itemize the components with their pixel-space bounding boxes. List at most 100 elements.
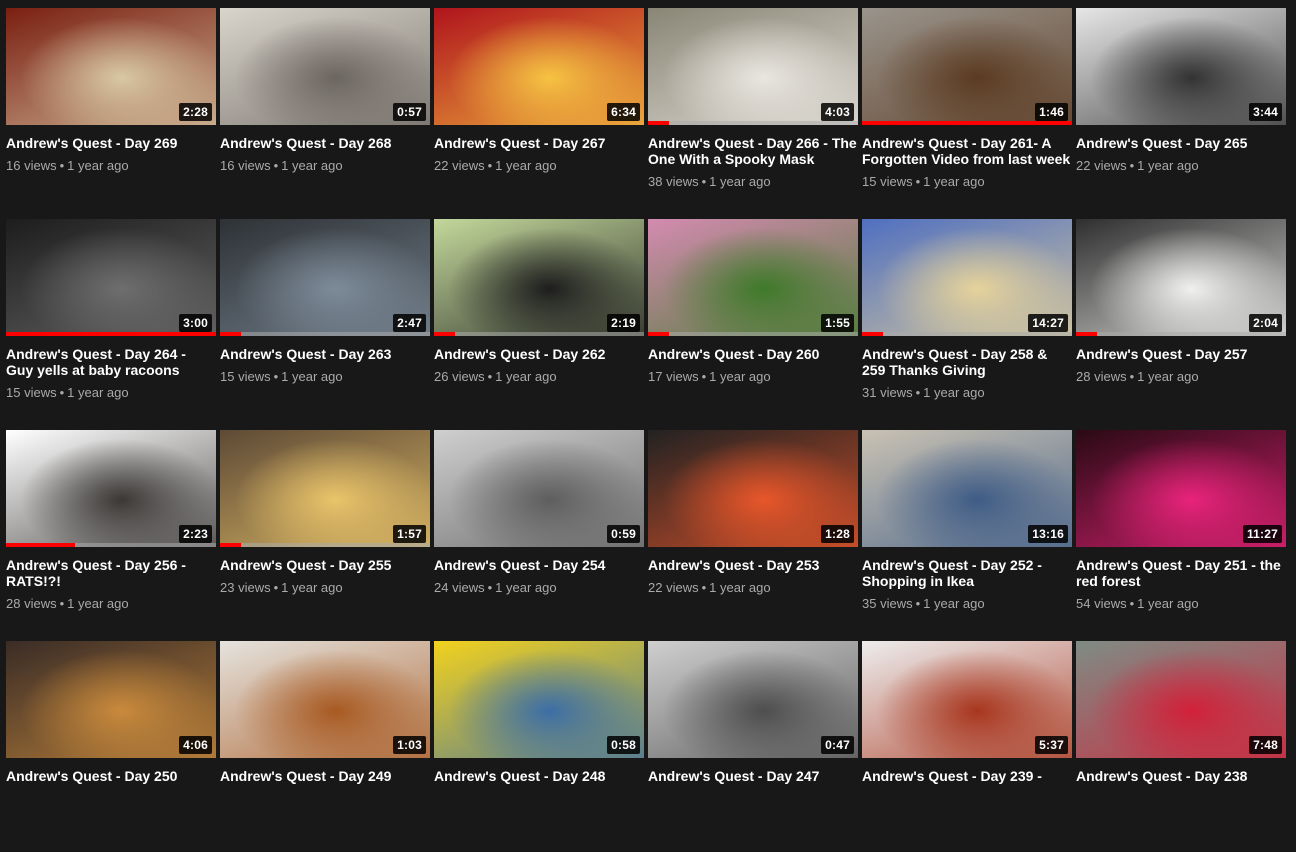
video-card[interactable]: 2:19 Andrew's Quest - Day 262 26 views • 1 y… [434, 219, 644, 430]
video-card[interactable]: 2:28 Andrew's Quest - Day 269 16 views • 1 y… [6, 8, 216, 219]
video-title[interactable]: Andrew's Quest - Day 263 [220, 346, 430, 362]
video-title[interactable]: Andrew's Quest - Day 261- A Forgotten Vi… [862, 135, 1072, 167]
video-thumbnail[interactable]: 2:28 [6, 8, 216, 125]
separator-dot: • [59, 596, 65, 611]
video-title[interactable]: Andrew's Quest - Day 238 [1076, 768, 1286, 784]
video-thumbnail[interactable]: 6:34 [434, 8, 644, 125]
video-thumbnail[interactable]: 1:46 [862, 8, 1072, 125]
watch-progress-fill [6, 332, 216, 336]
video-card[interactable]: 1:46 Andrew's Quest - Day 261- A Forgotte… [862, 8, 1072, 219]
video-card[interactable]: 4:03 Andrew's Quest - Day 266 - The One W… [648, 8, 858, 219]
video-card[interactable]: 1:28 Andrew's Quest - Day 253 22 views • 1 y… [648, 430, 858, 641]
duration-badge: 1:46 [1035, 103, 1068, 121]
video-card[interactable]: 0:59 Andrew's Quest - Day 254 24 views • 1 y… [434, 430, 644, 641]
duration-badge: 7:48 [1249, 736, 1282, 754]
video-card[interactable]: 7:48 Andrew's Quest - Day 238 [1076, 641, 1286, 852]
video-card[interactable]: 3:44 Andrew's Quest - Day 265 22 views • 1 y… [1076, 8, 1286, 219]
video-thumbnail[interactable]: 7:48 [1076, 641, 1286, 758]
watch-progress-fill [434, 332, 455, 336]
view-count: 35 views [862, 596, 913, 611]
upload-age: 1 year ago [1137, 369, 1199, 384]
video-title[interactable]: Andrew's Quest - Day 253 [648, 557, 858, 573]
video-title[interactable]: Andrew's Quest - Day 249 [220, 768, 430, 784]
duration-badge: 11:27 [1242, 525, 1282, 543]
separator-dot: • [487, 369, 493, 384]
video-title[interactable]: Andrew's Quest - Day 254 [434, 557, 644, 573]
video-thumbnail[interactable]: 1:03 [220, 641, 430, 758]
video-thumbnail[interactable]: 2:04 [1076, 219, 1286, 336]
video-card[interactable]: 2:23 Andrew's Quest - Day 256 - RATS!?! 28… [6, 430, 216, 641]
video-card[interactable]: 3:00 Andrew's Quest - Day 264 - Guy yells… [6, 219, 216, 430]
view-count: 38 views [648, 174, 699, 189]
duration-badge: 0:59 [607, 525, 640, 543]
video-title[interactable]: Andrew's Quest - Day 264 - Guy yells at … [6, 346, 216, 378]
video-thumbnail[interactable]: 3:00 [6, 219, 216, 336]
video-card[interactable]: 1:03 Andrew's Quest - Day 249 [220, 641, 430, 852]
video-thumbnail[interactable]: 1:57 [220, 430, 430, 547]
video-card[interactable]: 14:27 Andrew's Quest - Day 258 & 259 Than… [862, 219, 1072, 430]
video-thumbnail[interactable]: 2:19 [434, 219, 644, 336]
video-title[interactable]: Andrew's Quest - Day 247 [648, 768, 858, 784]
video-thumbnail[interactable]: 2:47 [220, 219, 430, 336]
video-card[interactable]: 1:55 Andrew's Quest - Day 260 17 views • 1 y… [648, 219, 858, 430]
video-card[interactable]: 0:57 Andrew's Quest - Day 268 16 views • 1 y… [220, 8, 430, 219]
video-thumbnail[interactable]: 1:55 [648, 219, 858, 336]
video-title[interactable]: Andrew's Quest - Day 269 [6, 135, 216, 151]
upload-age: 1 year ago [281, 158, 343, 173]
video-title[interactable]: Andrew's Quest - Day 268 [220, 135, 430, 151]
video-title[interactable]: Andrew's Quest - Day 258 & 259 Thanks Gi… [862, 346, 1072, 378]
separator-dot: • [915, 174, 921, 189]
video-card[interactable]: 5:37 Andrew's Quest - Day 239 - [862, 641, 1072, 852]
video-title[interactable]: Andrew's Quest - Day 239 - [862, 768, 1072, 784]
separator-dot: • [915, 385, 921, 400]
watch-progress-fill [648, 121, 669, 125]
video-card[interactable]: 0:47 Andrew's Quest - Day 247 [648, 641, 858, 852]
video-thumbnail[interactable]: 4:06 [6, 641, 216, 758]
upload-age: 1 year ago [281, 369, 343, 384]
separator-dot: • [273, 158, 279, 173]
video-card[interactable]: 2:47 Andrew's Quest - Day 263 15 views • 1 y… [220, 219, 430, 430]
video-title[interactable]: Andrew's Quest - Day 267 [434, 135, 644, 151]
video-thumbnail[interactable]: 0:59 [434, 430, 644, 547]
video-title[interactable]: Andrew's Quest - Day 250 [6, 768, 216, 784]
watch-progress-bar [220, 332, 430, 336]
video-thumbnail[interactable]: 4:03 [648, 8, 858, 125]
video-thumbnail[interactable]: 11:27 [1076, 430, 1286, 547]
video-card[interactable]: 11:27 Andrew's Quest - Day 251 - the red … [1076, 430, 1286, 641]
video-title[interactable]: Andrew's Quest - Day 255 [220, 557, 430, 573]
video-thumbnail[interactable]: 3:44 [1076, 8, 1286, 125]
video-metadata: 22 views • 1 year ago [434, 158, 644, 174]
video-title[interactable]: Andrew's Quest - Day 266 - The One With … [648, 135, 858, 167]
video-thumbnail[interactable]: 0:57 [220, 8, 430, 125]
video-title[interactable]: Andrew's Quest - Day 248 [434, 768, 644, 784]
video-title[interactable]: Andrew's Quest - Day 262 [434, 346, 644, 362]
video-metadata: 28 views • 1 year ago [6, 596, 216, 612]
duration-badge: 1:55 [821, 314, 854, 332]
video-title[interactable]: Andrew's Quest - Day 257 [1076, 346, 1286, 362]
video-card[interactable]: 13:16 Andrew's Quest - Day 252 - Shopping… [862, 430, 1072, 641]
view-count: 16 views [220, 158, 271, 173]
video-title[interactable]: Andrew's Quest - Day 256 - RATS!?! [6, 557, 216, 589]
video-thumbnail[interactable]: 0:58 [434, 641, 644, 758]
video-thumbnail[interactable]: 5:37 [862, 641, 1072, 758]
video-thumbnail[interactable]: 0:47 [648, 641, 858, 758]
video-title[interactable]: Andrew's Quest - Day 251 - the red fores… [1076, 557, 1286, 589]
watch-progress-bar [434, 332, 644, 336]
watch-progress-fill [6, 543, 76, 547]
video-title[interactable]: Andrew's Quest - Day 265 [1076, 135, 1286, 151]
upload-age: 1 year ago [495, 580, 557, 595]
video-thumbnail[interactable]: 2:23 [6, 430, 216, 547]
duration-badge: 1:57 [393, 525, 426, 543]
video-title[interactable]: Andrew's Quest - Day 260 [648, 346, 858, 362]
video-card[interactable]: 4:06 Andrew's Quest - Day 250 [6, 641, 216, 852]
video-thumbnail[interactable]: 13:16 [862, 430, 1072, 547]
video-title[interactable]: Andrew's Quest - Day 252 - Shopping in I… [862, 557, 1072, 589]
video-card[interactable]: 6:34 Andrew's Quest - Day 267 22 views • 1 y… [434, 8, 644, 219]
view-count: 23 views [220, 580, 271, 595]
separator-dot: • [273, 580, 279, 595]
video-thumbnail[interactable]: 14:27 [862, 219, 1072, 336]
video-card[interactable]: 2:04 Andrew's Quest - Day 257 28 views • 1 y… [1076, 219, 1286, 430]
video-card[interactable]: 0:58 Andrew's Quest - Day 248 [434, 641, 644, 852]
video-thumbnail[interactable]: 1:28 [648, 430, 858, 547]
video-card[interactable]: 1:57 Andrew's Quest - Day 255 23 views • 1 y… [220, 430, 430, 641]
